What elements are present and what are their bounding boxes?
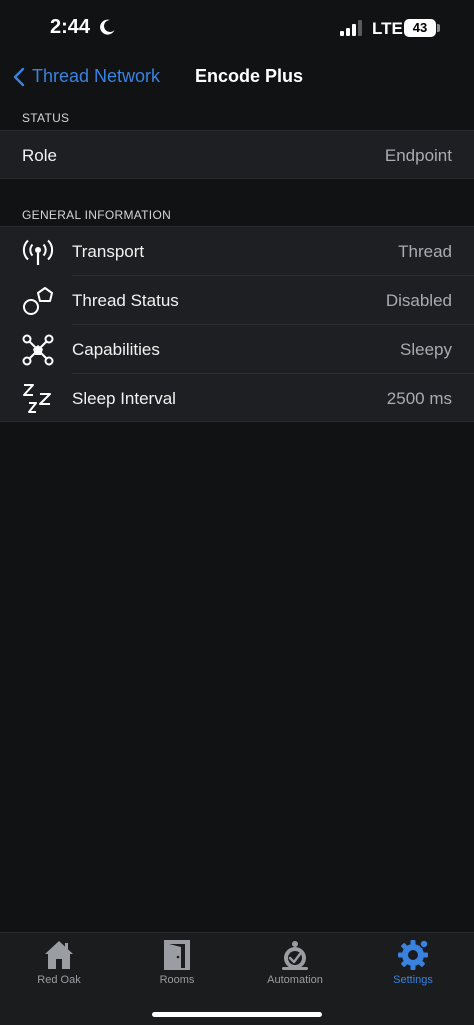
tab-label: Rooms [159, 974, 195, 986]
row-role: Role Endpoint [0, 131, 474, 180]
battery-level: 43 [412, 20, 428, 35]
tab-label: Red Oak [37, 974, 81, 986]
tab-label: Automation [267, 974, 323, 986]
nav-bar: Thread Network Encode Plus [0, 56, 474, 102]
signal-icon [340, 20, 362, 36]
screen: 2:44 LTE 43 Thread Network Encode Plus S… [0, 0, 474, 1025]
battery-nub [437, 24, 440, 32]
antenna-icon [22, 239, 54, 265]
row-capabilities: Capabilities Sleepy [0, 325, 474, 374]
home-indicator[interactable] [152, 1012, 322, 1017]
row-label: Role [22, 146, 57, 165]
row-label: Thread Status [72, 291, 179, 310]
page-title: Encode Plus [195, 66, 304, 86]
row-value: 2500 ms [386, 389, 452, 408]
row-label: Capabilities [72, 340, 160, 359]
row-value: Sleepy [400, 340, 452, 359]
shapes-icon [23, 287, 53, 315]
status-group: Role Endpoint [0, 130, 474, 179]
row-label: Transport [72, 242, 145, 261]
status-time: 2:44 [50, 16, 91, 38]
tab-settings[interactable]: Settings [354, 933, 472, 1003]
tab-rooms[interactable]: Rooms [118, 933, 236, 1003]
house-icon [45, 941, 73, 969]
row-value: Thread [398, 242, 452, 261]
tab-label: Settings [393, 974, 433, 986]
row-value: Endpoint [384, 146, 452, 165]
section-header-status: STATUS [0, 104, 474, 132]
general-info-group: Transport Thread Thread Status Disabled [0, 226, 474, 422]
automation-icon [282, 941, 308, 970]
door-icon [164, 940, 190, 970]
network-type: LTE [372, 19, 403, 38]
sleep-zzz-icon [23, 384, 51, 413]
chevron-left-icon[interactable] [12, 66, 26, 88]
network-nodes-icon [22, 334, 54, 366]
section-header-general: GENERAL INFORMATION [0, 201, 474, 229]
gear-icon [398, 939, 429, 970]
row-label: Sleep Interval [72, 389, 176, 408]
row-value: Disabled [385, 291, 452, 310]
row-sleep-interval: Sleep Interval 2500 ms [0, 374, 474, 423]
row-thread-status: Thread Status Disabled [0, 276, 474, 325]
moon-icon [100, 19, 115, 35]
tab-automation[interactable]: Automation [236, 933, 354, 1003]
tab-red-oak[interactable]: Red Oak [0, 933, 118, 1003]
status-bar: 2:44 LTE 43 [0, 0, 474, 56]
row-transport: Transport Thread [0, 227, 474, 276]
back-button[interactable]: Thread Network [32, 66, 160, 87]
